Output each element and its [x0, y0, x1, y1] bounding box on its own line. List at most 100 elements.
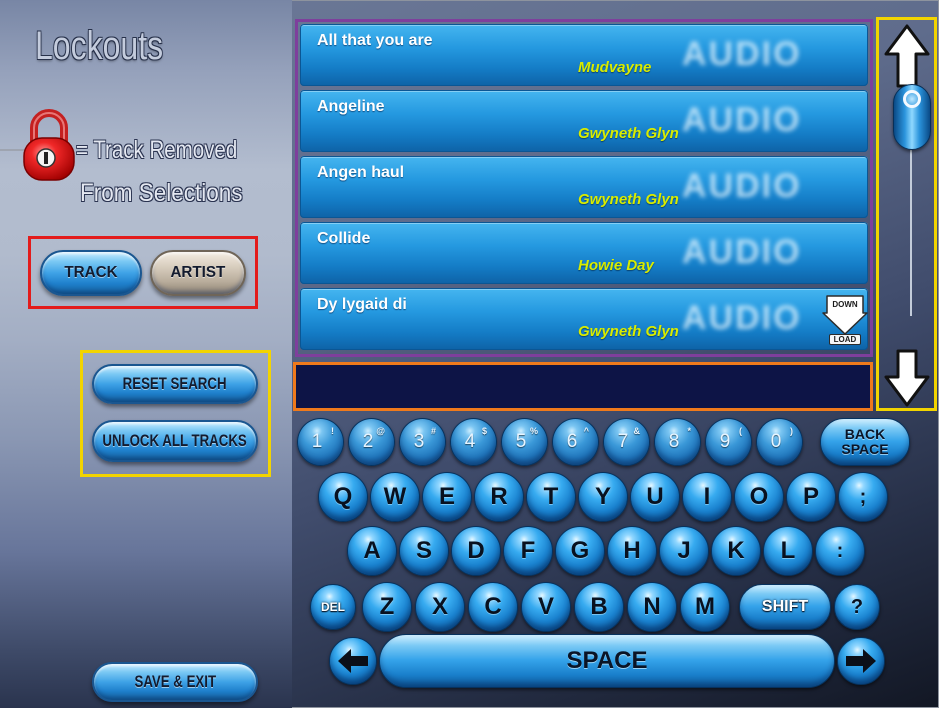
key-e[interactable]: E [422, 472, 472, 522]
key-label: T [543, 483, 559, 510]
key-2[interactable]: 2 @ [348, 418, 395, 466]
key-shift-label: * [687, 426, 691, 436]
key-label: 1 [311, 431, 323, 452]
save-exit-button[interactable]: SAVE & EXIT [92, 662, 258, 702]
key-6[interactable]: 6 ^ [552, 418, 599, 466]
key-label: W [383, 483, 407, 510]
track-title: Angeline [317, 98, 385, 115]
key-z[interactable]: Z [362, 582, 412, 632]
scroll-thumb-grip [903, 90, 921, 108]
key-question[interactable]: ? [834, 584, 880, 630]
key-label: DEL [321, 600, 345, 614]
key-label: E [438, 483, 455, 510]
key-y[interactable]: Y [578, 472, 628, 522]
key-label: R [490, 483, 508, 510]
key-1[interactable]: 1! [297, 418, 344, 466]
key-p[interactable]: P [786, 472, 836, 522]
key-3[interactable]: 3 # [399, 418, 446, 466]
key-shift-label: % [529, 426, 538, 436]
key-semicolon[interactable]: ; [838, 472, 888, 522]
key-q[interactable]: Q [318, 472, 368, 522]
key-label: 4 [464, 431, 476, 452]
key-u[interactable]: U [630, 472, 680, 522]
page-title: Lockouts [35, 24, 164, 68]
key-i[interactable]: I [682, 472, 732, 522]
artist-mode-button[interactable]: ARTIST [150, 250, 246, 296]
key-k[interactable]: K [711, 526, 761, 576]
key-a[interactable]: A [347, 526, 397, 576]
arrow-up-icon [884, 24, 930, 88]
key-h[interactable]: H [607, 526, 657, 576]
key-l[interactable]: L [763, 526, 813, 576]
track-row[interactable]: Dy lygaid di AUDIO Gwyneth Glyn DOWN LOA… [300, 288, 868, 350]
key-7[interactable]: 7 & [603, 418, 650, 466]
unlock-all-tracks-button[interactable]: UNLOCK ALL TRACKS [92, 420, 258, 462]
key-f[interactable]: F [503, 526, 553, 576]
key-label: J [677, 537, 691, 564]
key-9[interactable]: 9( [705, 418, 752, 466]
key-shift-label: ^ [583, 426, 589, 436]
key-n[interactable]: N [627, 582, 677, 632]
scroll-track[interactable] [910, 150, 912, 316]
key-c[interactable]: C [468, 582, 518, 632]
delete-key[interactable]: DEL [310, 584, 356, 630]
scroll-thumb[interactable] [893, 84, 931, 150]
keyboard-space-row: SPACE [329, 634, 885, 688]
cursor-left-key[interactable] [329, 637, 377, 685]
media-type: AUDIO [682, 299, 802, 337]
key-label: X [431, 593, 448, 620]
scroll-up-button[interactable] [883, 23, 931, 89]
save-exit-label: SAVE & EXIT [134, 672, 216, 691]
key-8[interactable]: 8 * [654, 418, 701, 466]
track-row[interactable]: Angen haul AUDIO Gwyneth Glyn [300, 156, 868, 218]
backspace-label-line2: SPACE [841, 441, 889, 457]
key-s[interactable]: S [399, 526, 449, 576]
media-type: AUDIO [682, 233, 802, 271]
arrow-left-icon [338, 649, 368, 673]
key-m[interactable]: M [680, 582, 730, 632]
key-x[interactable]: X [415, 582, 465, 632]
key-t[interactable]: T [526, 472, 576, 522]
track-mode-button[interactable]: TRACK [40, 250, 142, 296]
download-button[interactable]: DOWN LOAD [822, 294, 868, 346]
track-row[interactable]: All that you are AUDIO Mudvayne [300, 24, 868, 86]
track-artist: Gwyneth Glyn [578, 323, 679, 340]
key-b[interactable]: B [574, 582, 624, 632]
key-d[interactable]: D [451, 526, 501, 576]
cursor-right-key[interactable] [837, 637, 885, 685]
key-label: H [623, 537, 641, 564]
key-g[interactable]: G [555, 526, 605, 576]
key-label: L [780, 537, 796, 564]
key-label: 7 [617, 431, 629, 452]
backspace-key[interactable]: BACK SPACE [820, 418, 910, 466]
key-shift-label: ) [790, 426, 793, 436]
key-v[interactable]: V [521, 582, 571, 632]
key-shift-label: $ [481, 426, 487, 436]
track-artist: Mudvayne [578, 59, 652, 76]
key-o[interactable]: O [734, 472, 784, 522]
key-shift-label: & [633, 426, 641, 436]
track-row[interactable]: Collide AUDIO Howie Day [300, 222, 868, 284]
key-w[interactable]: W [370, 472, 420, 522]
key-0[interactable]: 0) [756, 418, 803, 466]
arrow-right-icon [846, 649, 876, 673]
key-label: 2 [362, 431, 374, 452]
track-row[interactable]: Angeline AUDIO Gwyneth Glyn [300, 90, 868, 152]
scroll-down-button[interactable] [883, 348, 931, 408]
key-r[interactable]: R [474, 472, 524, 522]
track-title: All that you are [317, 32, 433, 49]
search-input[interactable] [296, 365, 870, 408]
key-label: ? [850, 595, 864, 618]
key-label: : [836, 539, 844, 562]
reset-search-button[interactable]: RESET SEARCH [92, 364, 258, 404]
key-5[interactable]: 5% [501, 418, 548, 466]
key-label: 5 [515, 431, 527, 452]
space-key[interactable]: SPACE [379, 634, 835, 688]
shift-key[interactable]: SHIFT [739, 584, 831, 630]
key-4[interactable]: 4 $ [450, 418, 497, 466]
key-colon[interactable]: : [815, 526, 865, 576]
download-label-top: DOWN [832, 300, 858, 309]
key-shift-label: ( [739, 426, 742, 436]
key-j[interactable]: J [659, 526, 709, 576]
legend-line-2: From Selections [80, 179, 243, 207]
